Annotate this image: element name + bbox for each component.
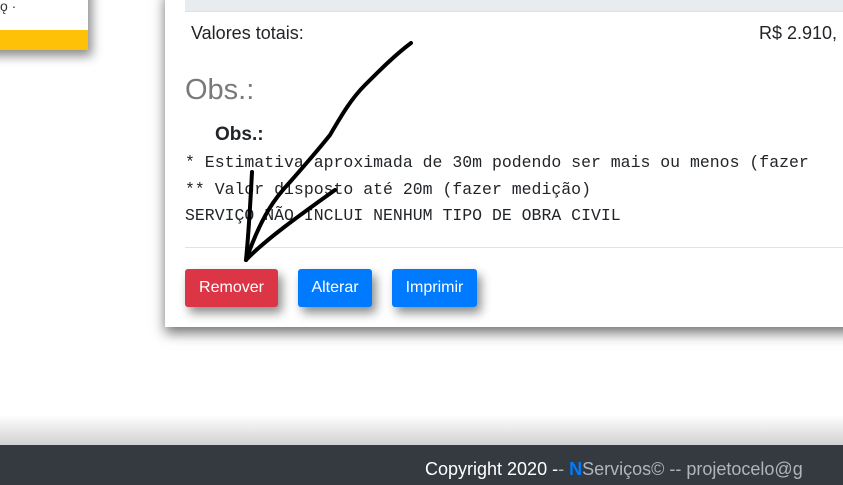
- table-footer-strip: [185, 0, 843, 12]
- totals-value: R$ 2.910,: [759, 23, 838, 43]
- side-card-text: ǫ ·: [0, 0, 17, 14]
- obs-notes: * Estimativa aproximada de 30m podendo s…: [185, 150, 809, 230]
- print-button[interactable]: Imprimir: [392, 269, 477, 307]
- obs-subheading: Obs.:: [215, 124, 264, 145]
- footer-brand-letter: N: [569, 459, 583, 479]
- remove-button[interactable]: Remover: [185, 269, 278, 307]
- obs-line-2: ** Valor disposto até 20m (fazer medição…: [185, 179, 591, 199]
- obs-line-3: SERVIÇO NÃO INCLUI NENHUM TIPO DE OBRA C…: [185, 206, 621, 225]
- edit-button[interactable]: Alterar: [298, 269, 372, 307]
- footer-prefix: Copyright 2020 -: [425, 459, 559, 479]
- side-card-accent-bar: [0, 30, 88, 50]
- divider: [185, 247, 843, 248]
- budget-panel: Valores totais: R$ 2.910, Obs.: Obs.: * …: [165, 0, 843, 327]
- footer: Copyright 2020 -- NServiços© -- projetoc…: [0, 445, 843, 485]
- totals-label: Valores totais:: [191, 23, 304, 43]
- footer-shadow: [0, 415, 843, 445]
- obs-line-1: * Estimativa aproximada de 30m podendo s…: [185, 153, 809, 172]
- obs-heading: Obs.:: [185, 74, 255, 106]
- totals-row: Valores totais: R$ 2.910,: [185, 12, 843, 52]
- footer-brand-text: Serviços© -- projetocelo@g: [582, 459, 803, 479]
- footer-copyright: Copyright 2020 -- NServiços© -- projetoc…: [425, 459, 803, 480]
- footer-dash: -: [558, 459, 565, 479]
- side-card: ǫ ·: [0, 0, 88, 50]
